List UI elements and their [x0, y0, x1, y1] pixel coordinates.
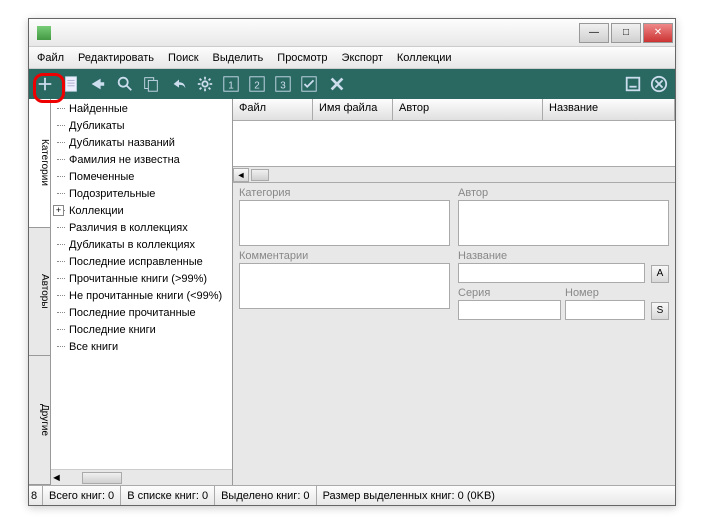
tree[interactable]: НайденныеДубликатыДубликаты названийФами…	[51, 99, 232, 469]
tree-item[interactable]: Дубликаты	[51, 118, 232, 135]
tree-item[interactable]: Прочитанные книги (>99%)	[51, 271, 232, 288]
tree-item[interactable]: Коллекции	[51, 203, 232, 220]
side-tabs: Категории Авторы Другие	[29, 99, 51, 485]
right-pane: Файл Имя файла ... Автор Название ◄ Кате…	[233, 99, 675, 485]
num2-icon[interactable]: 2	[247, 74, 267, 94]
label-series: Серия	[458, 287, 561, 299]
col-file[interactable]: Файл	[233, 99, 313, 120]
num3-icon[interactable]: 3	[273, 74, 293, 94]
gear-icon[interactable]	[195, 74, 215, 94]
check-icon[interactable]	[299, 74, 319, 94]
close-panel-icon[interactable]	[649, 74, 669, 94]
field-title[interactable]	[458, 263, 645, 283]
close-button[interactable]: ✕	[643, 23, 673, 43]
tree-item[interactable]: Найденные	[51, 101, 232, 118]
label-category: Категория	[239, 187, 450, 199]
tree-item[interactable]: Подозрительные	[51, 186, 232, 203]
tree-item[interactable]: Последние книги	[51, 322, 232, 339]
tree-pane: НайденныеДубликатыДубликаты названийФами…	[51, 99, 233, 485]
scroll-thumb[interactable]	[82, 472, 122, 484]
scroll-thumb[interactable]	[251, 169, 269, 181]
col-author[interactable]: Автор	[393, 99, 543, 120]
field-category[interactable]	[239, 200, 450, 246]
button-s[interactable]: S	[651, 302, 669, 320]
col-title[interactable]: Название	[543, 99, 675, 120]
tree-item[interactable]: Не прочитанные книги (<99%)	[51, 288, 232, 305]
label-author: Автор	[458, 187, 669, 199]
status-inlist: В списке книг: 0	[121, 486, 215, 505]
menu-file[interactable]: Файл	[37, 52, 64, 64]
forward-icon[interactable]	[87, 74, 107, 94]
tree-item[interactable]: Различия в коллекциях	[51, 220, 232, 237]
maximize-button[interactable]: □	[611, 23, 641, 43]
tree-item[interactable]: Последние прочитанные	[51, 305, 232, 322]
menu-view[interactable]: Просмотр	[277, 52, 327, 64]
tree-item[interactable]: Дубликаты названий	[51, 135, 232, 152]
menu-collections[interactable]: Коллекции	[397, 52, 452, 64]
svg-text:2: 2	[254, 81, 260, 92]
svg-text:1: 1	[228, 81, 234, 92]
delete-icon[interactable]	[327, 74, 347, 94]
sidetab-categories[interactable]: Категории	[29, 99, 50, 228]
menubar: Файл Редактировать Поиск Выделить Просмо…	[29, 47, 675, 69]
svg-text:3: 3	[280, 81, 286, 92]
field-author[interactable]	[458, 200, 669, 246]
tree-item[interactable]: Дубликаты в коллекциях	[51, 237, 232, 254]
grid-body[interactable]	[233, 121, 675, 167]
statusbar: 8 Всего книг: 0 В списке книг: 0 Выделен…	[29, 485, 675, 505]
details-form: Категория Автор Комментарии	[233, 183, 675, 324]
button-a[interactable]: A	[651, 265, 669, 283]
menu-select[interactable]: Выделить	[213, 52, 264, 64]
copy-icon[interactable]	[141, 74, 161, 94]
scroll-left-icon[interactable]: ◄	[233, 168, 249, 182]
field-comments[interactable]	[239, 263, 450, 309]
undo-icon[interactable]	[169, 74, 189, 94]
app-window: — □ ✕ Файл Редактировать Поиск Выделить …	[28, 18, 676, 506]
menu-export[interactable]: Экспорт	[342, 52, 383, 64]
grid-header: Файл Имя файла ... Автор Название	[233, 99, 675, 121]
tree-item[interactable]: Последние исправленные	[51, 254, 232, 271]
sidetab-authors[interactable]: Авторы	[29, 228, 50, 357]
field-series[interactable]	[458, 300, 561, 320]
grid-scrollbar[interactable]: ◄	[233, 167, 675, 183]
content-area: Категории Авторы Другие НайденныеДублика…	[29, 99, 675, 485]
tree-item[interactable]: Все книги	[51, 339, 232, 356]
num1-icon[interactable]: 1	[221, 74, 241, 94]
toolbar: 1 2 3	[29, 69, 675, 99]
menu-edit[interactable]: Редактировать	[78, 52, 154, 64]
minimize-button[interactable]: —	[579, 23, 609, 43]
document-icon[interactable]	[61, 74, 81, 94]
menu-search[interactable]: Поиск	[168, 52, 198, 64]
label-number: Номер	[565, 287, 645, 299]
tree-scrollbar[interactable]: ◄	[51, 469, 232, 485]
col-filename[interactable]: Имя файла ...	[313, 99, 393, 120]
add-icon[interactable]	[35, 74, 55, 94]
tree-item[interactable]: Фамилия не известна	[51, 152, 232, 169]
scroll-left-icon[interactable]: ◄	[51, 472, 62, 484]
tree-item[interactable]: Помеченные	[51, 169, 232, 186]
minimize-panel-icon[interactable]	[623, 74, 643, 94]
label-comments: Комментарии	[239, 250, 450, 262]
sidetab-other[interactable]: Другие	[29, 356, 50, 485]
status-size: Размер выделенных книг: 0 (0KB)	[317, 486, 675, 505]
status-num: 8	[29, 486, 43, 505]
field-number[interactable]	[565, 300, 645, 320]
titlebar: — □ ✕	[29, 19, 675, 47]
status-selected: Выделено книг: 0	[215, 486, 316, 505]
label-title: Название	[458, 250, 645, 262]
app-icon	[37, 26, 51, 40]
status-total: Всего книг: 0	[43, 486, 121, 505]
search-icon[interactable]	[115, 74, 135, 94]
